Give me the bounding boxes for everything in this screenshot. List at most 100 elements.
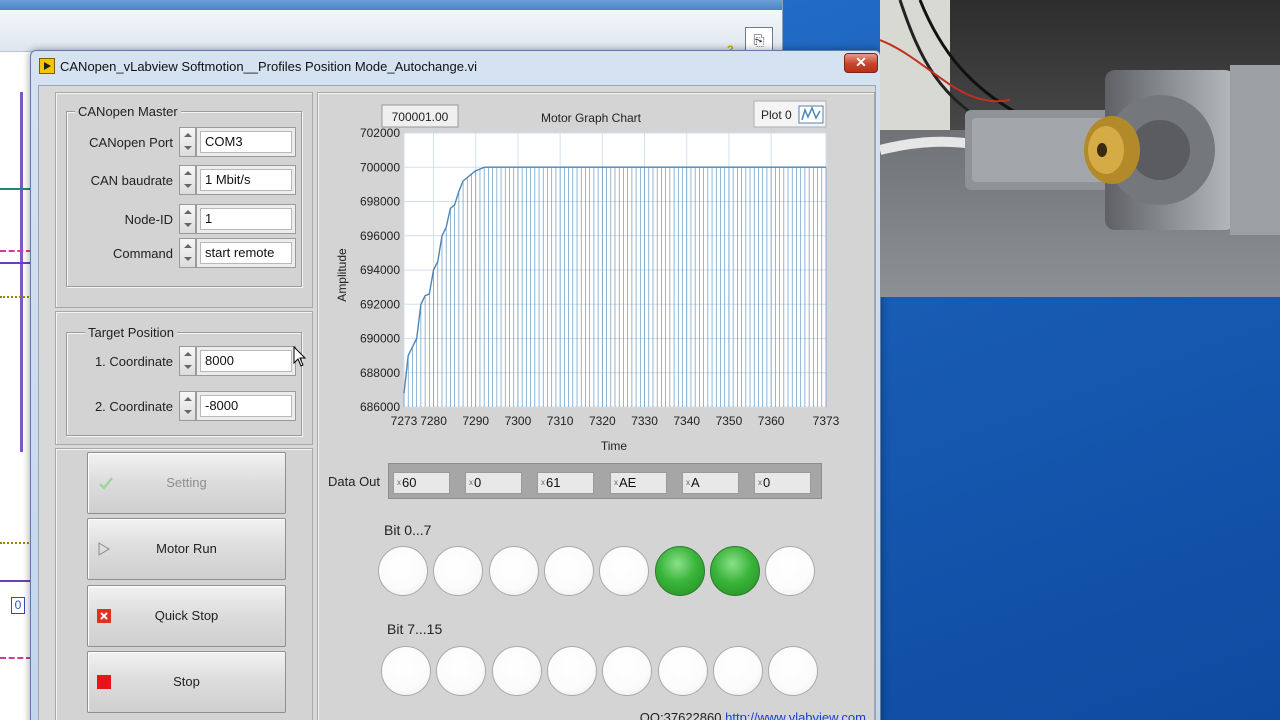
bit-led-high-1 (436, 646, 487, 696)
data-out-cell: x0 (754, 472, 811, 494)
chart-ytick-label: 690000 (360, 332, 400, 346)
chart-xtick-label: 7350 (716, 414, 743, 428)
close-button[interactable]: ✕ (844, 53, 878, 73)
mouse-cursor (293, 346, 307, 367)
coordinate-1-value[interactable]: 8000 (200, 350, 292, 372)
data-out-label: Data Out (328, 474, 381, 489)
bit-led-low-5 (654, 546, 705, 596)
bit-led-high-3 (546, 646, 597, 696)
chart-ytick-label: 702000 (360, 126, 400, 140)
chart-xtick-label: 7360 (758, 414, 785, 428)
wire-pink (0, 250, 32, 252)
chart-ytick-label: 700000 (360, 160, 400, 174)
chart-xtick-label: 7300 (505, 414, 532, 428)
wire-pink-2 (0, 657, 32, 659)
coordinate-1-label: 1. Coordinate (94, 354, 173, 369)
numeric-constant[interactable]: 0 (11, 597, 25, 614)
chart-ytick-label: 696000 (360, 229, 400, 243)
block-diagram-titlebar (0, 0, 782, 10)
chart-xtick-label: 7320 (589, 414, 616, 428)
bit-led-low-0 (378, 546, 428, 596)
bit-led-low-6 (709, 546, 760, 596)
chart-xtick-label: 7280 (420, 414, 447, 428)
port-spinner[interactable] (179, 127, 196, 157)
setting-button-label: Setting (166, 475, 207, 490)
port-label: CANopen Port (89, 135, 173, 150)
coordinate-1-field[interactable]: 8000 (196, 346, 296, 376)
data-out-cell: xA (682, 472, 739, 494)
chart-xtick-label: 7310 (547, 414, 574, 428)
website-link[interactable]: http://www.vlabview.com (725, 710, 866, 720)
window-title: CANopen_vLabview Softmotion__Profiles Po… (60, 59, 477, 74)
footer: QQ:37622860 http://www.vlabview.com (640, 710, 866, 720)
front-panel-window: CANopen_vLabview Softmotion__Profiles Po… (30, 50, 881, 720)
stop-button[interactable]: Stop (87, 651, 286, 713)
chart-xtick-label: 7373 (813, 414, 840, 428)
coordinate-2-value[interactable]: -8000 (200, 395, 292, 417)
block-diagram-toolbar: ? ⎘ (0, 10, 782, 56)
command-spinner[interactable] (179, 238, 196, 268)
quick-stop-button[interactable]: Quick Stop (87, 585, 286, 647)
port-field[interactable]: COM3 (196, 127, 296, 157)
motor-graph-chart[interactable]: 700001.00 Motor Graph Chart Plot 0 70200… (318, 93, 866, 453)
chart-ytick-label: 694000 (360, 263, 400, 277)
baudrate-value[interactable]: 1 Mbit/s (200, 169, 292, 191)
chart-current-value: 700001.00 (392, 110, 449, 124)
chart-ytick-label: 698000 (360, 195, 400, 209)
bit-led-high-2 (491, 646, 542, 696)
bit-led-low-4 (599, 546, 650, 596)
chart-xtick-label: 7340 (673, 414, 700, 428)
node-id-value[interactable]: 1 (200, 208, 292, 230)
setting-button[interactable]: Setting (87, 452, 286, 514)
bit-led-low-3 (543, 546, 594, 596)
graph-panel: 700001.00 Motor Graph Chart Plot 0 70200… (317, 92, 875, 720)
baudrate-label: CAN baudrate (90, 173, 173, 188)
target-group-title: Target Position (85, 325, 177, 340)
bit-led-low-2 (488, 546, 539, 596)
chart-ytick-label: 688000 (360, 366, 400, 380)
window-titlebar[interactable]: CANopen_vLabview Softmotion__Profiles Po… (31, 51, 880, 81)
data-out-cell: x0 (465, 472, 522, 494)
labview-vi-icon (39, 58, 55, 74)
target-group: Target Position 1. Coordinate 8000 2. Co… (66, 325, 302, 436)
coordinate-2-field[interactable]: -8000 (196, 391, 296, 421)
data-out-cell: x61 (537, 472, 594, 494)
command-field[interactable]: start remote (196, 238, 296, 268)
data-out-cell: x60 (393, 472, 450, 494)
wire-teal (0, 188, 32, 190)
wire-yellow-box (0, 296, 32, 544)
node-id-field[interactable]: 1 (196, 204, 296, 234)
bit-led-high-5 (657, 646, 708, 696)
bit-led-low-7 (765, 546, 816, 596)
chart-xtick-label: 7273 (391, 414, 418, 428)
bits-high-label: Bit 7...15 (387, 621, 443, 637)
baudrate-spinner[interactable] (179, 165, 196, 195)
chart-ytick-label: 686000 (360, 400, 400, 414)
plot-legend-label: Plot 0 (761, 108, 792, 122)
target-panel: Target Position 1. Coordinate 8000 2. Co… (55, 311, 313, 445)
stop-button-label: Stop (173, 674, 200, 689)
bit-led-low-1 (433, 546, 484, 596)
bit-led-high-0 (381, 646, 431, 696)
command-value[interactable]: start remote (200, 242, 292, 264)
chart-plot-area: 702000 700000 698000 696000 694000 692000 6900… (360, 126, 840, 428)
coordinate-2-spinner[interactable] (179, 391, 196, 421)
bit-led-high-6 (712, 646, 763, 696)
node-id-spinner[interactable] (179, 204, 196, 234)
master-group-title: CANopen Master (75, 104, 181, 119)
bit-led-high-4 (602, 646, 653, 696)
coordinate-2-label: 2. Coordinate (94, 399, 173, 414)
data-out-array: x60 x0 x61 xAE xA x0 (388, 463, 822, 499)
chart-ytick-label: 692000 (360, 297, 400, 311)
motor-run-button-label: Motor Run (156, 541, 217, 556)
motor-run-button[interactable]: Motor Run (87, 518, 286, 580)
baudrate-field[interactable]: 1 Mbit/s (196, 165, 296, 195)
quick-stop-button-label: Quick Stop (154, 608, 219, 623)
qq-number: QQ:37622860 (639, 710, 722, 720)
front-panel-client: CANopen Master CANopen Port COM3 CAN bau… (38, 85, 876, 720)
coordinate-1-spinner[interactable] (179, 346, 196, 376)
bit-led-high-7 (768, 646, 819, 696)
buttons-panel: Setting Motor Run Quick Stop Stop (55, 448, 313, 720)
command-label: Command (113, 246, 173, 261)
port-value[interactable]: COM3 (200, 131, 292, 153)
